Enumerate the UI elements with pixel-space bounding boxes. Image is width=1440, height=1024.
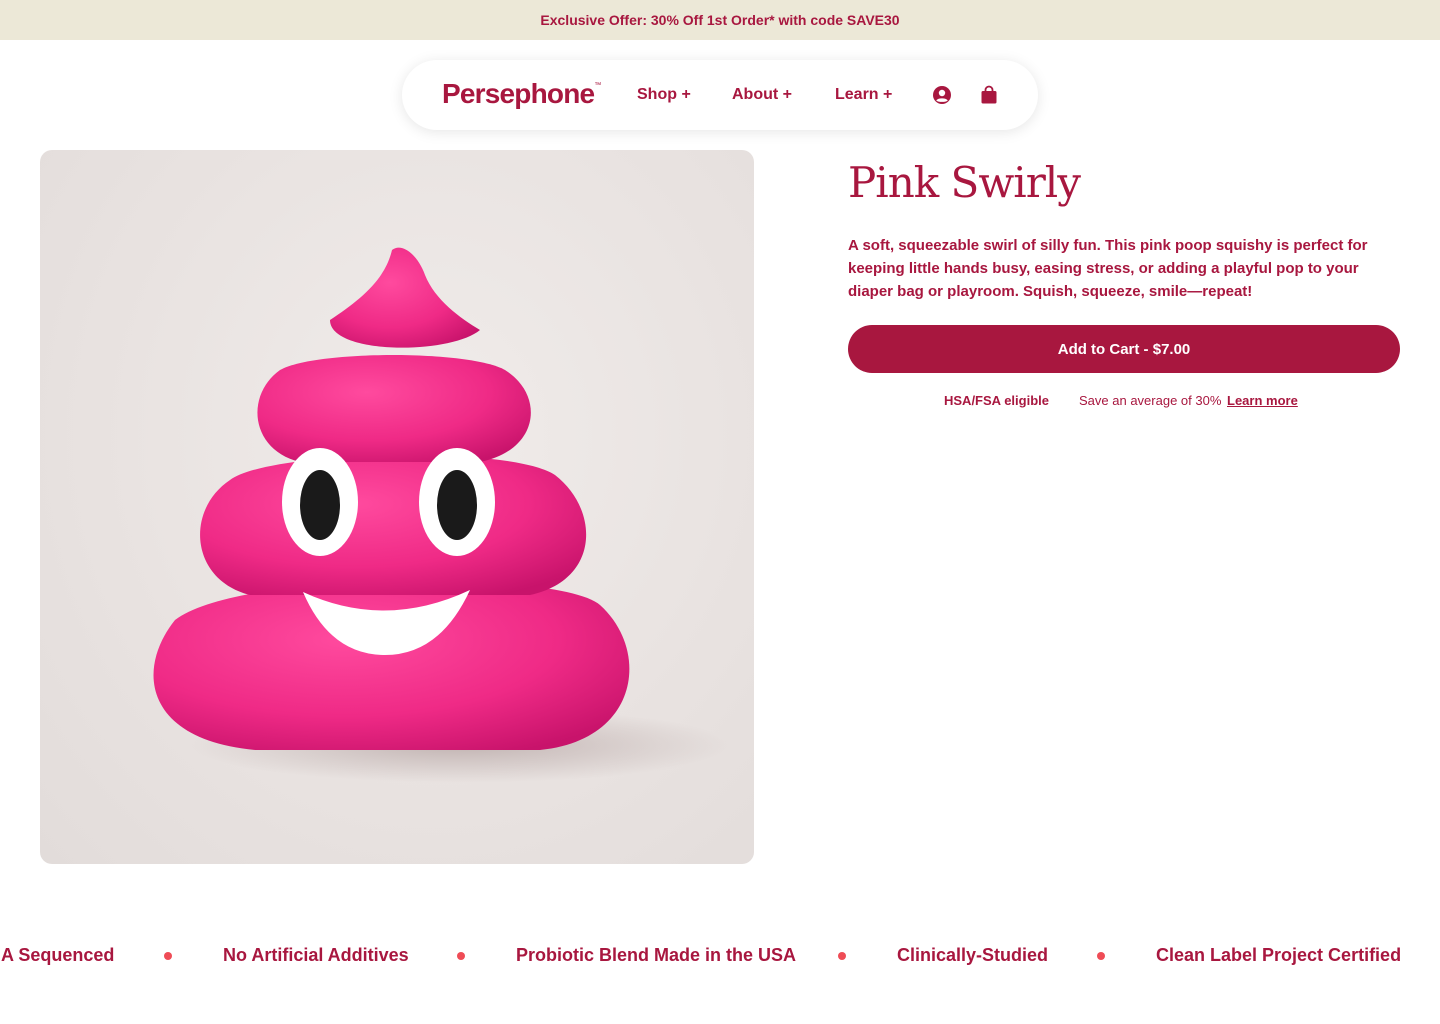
marquee-item: Clinically-Studied	[897, 945, 1049, 965]
nav-item-shop[interactable]: Shop +	[637, 86, 691, 104]
product-description: A soft, squeezable swirl of silly fun. T…	[848, 237, 1368, 300]
marquee-dot	[164, 952, 172, 960]
add-to-cart-button[interactable]: Add to Cart - $7.00	[848, 325, 1400, 373]
logo-text: Persephone	[442, 78, 595, 109]
marquee-dot	[1097, 952, 1105, 960]
hsa-eligible-label: HSA/FSA eligible	[944, 393, 1049, 408]
account-icon[interactable]	[932, 85, 952, 105]
hsa-fsa-row: HSA/FSA eligible Save an average of 30% …	[848, 393, 1400, 411]
marquee-item: Probiotic Blend Made in the USA	[516, 945, 797, 965]
logo-trademark: ™	[594, 82, 601, 89]
learn-more-link[interactable]: Learn more	[1227, 393, 1298, 408]
marquee-item: No Artificial Additives	[223, 945, 409, 965]
promo-text: Exclusive Offer: 30% Off 1st Order* with…	[540, 12, 900, 28]
savings-text: Save an average of 30%	[1079, 393, 1222, 408]
marquee-item: Clean Label Project Certified	[1156, 945, 1402, 965]
marquee-dot	[838, 952, 846, 960]
product-title: Pink Swirly	[848, 158, 1081, 207]
persephone-logo[interactable]: Persephone™	[442, 78, 601, 110]
nav-item-about[interactable]: About +	[732, 86, 792, 104]
product-image[interactable]	[40, 150, 754, 864]
pink-poop-squishy-image	[153, 247, 730, 783]
marquee-item: NA Sequenced	[0, 945, 115, 965]
benefits-marquee: NA Sequenced No Artificial Additives Pro…	[0, 930, 1440, 982]
nav-item-learn[interactable]: Learn +	[835, 86, 892, 104]
shopping-bag-icon[interactable]	[979, 85, 999, 105]
promo-banner: Exclusive Offer: 30% Off 1st Order* with…	[0, 0, 1440, 40]
product-info: Pink Swirly A soft, squeezable swirl of …	[848, 150, 1400, 408]
marquee-dot	[457, 952, 465, 960]
main-nav: Persephone™ Shop + About + Learn +	[402, 60, 1038, 130]
